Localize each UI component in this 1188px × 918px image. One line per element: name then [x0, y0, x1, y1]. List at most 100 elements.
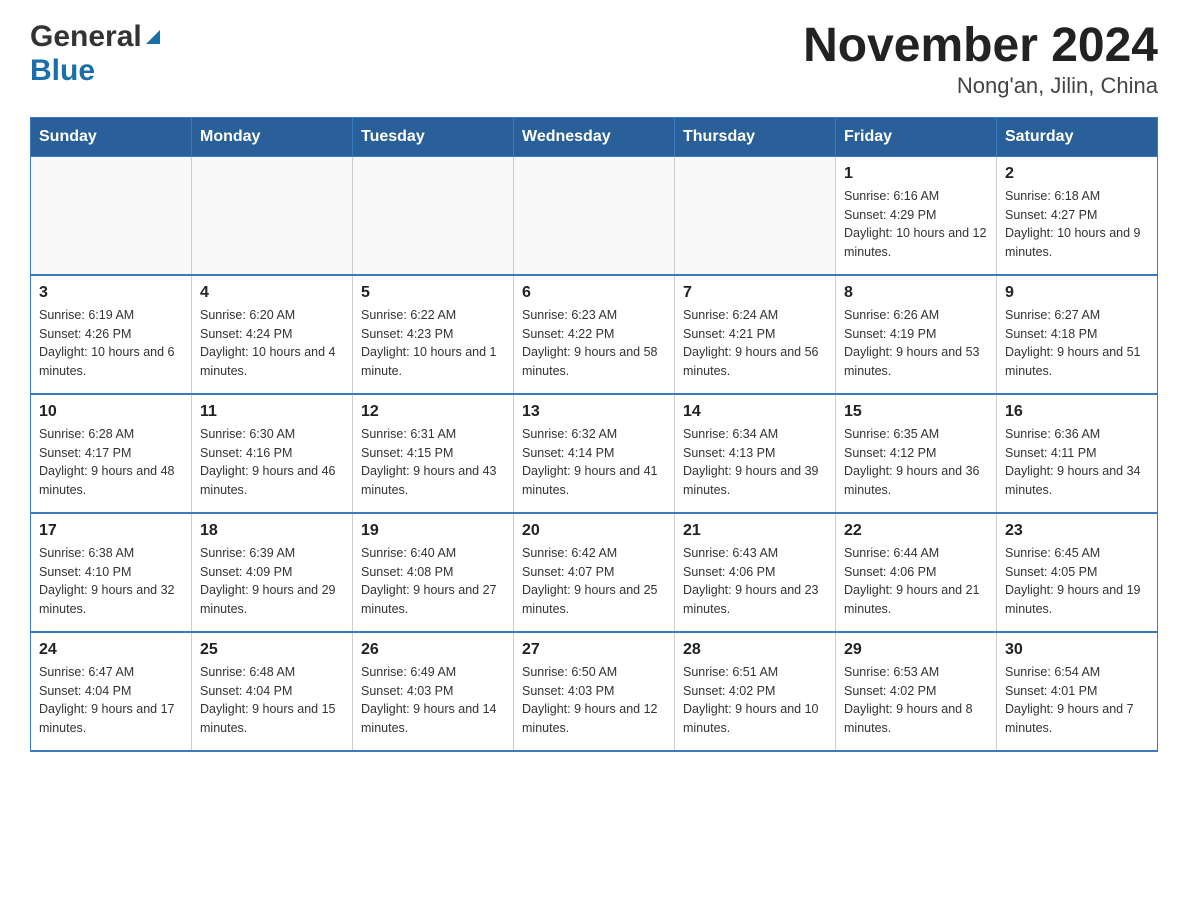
calendar-cell: 14Sunrise: 6:34 AM Sunset: 4:13 PM Dayli…: [675, 394, 836, 513]
day-number: 6: [522, 284, 666, 302]
day-number: 23: [1005, 522, 1149, 540]
calendar-cell: 28 Sunrise: 6:51 AM Sunset: 4:02 PM Dayli…: [675, 632, 836, 751]
calendar-cell: 2 Sunrise: 6:18 AM Sunset: 4:27 PM Daylig…: [997, 156, 1158, 275]
calendar-cell: 1 Sunrise: 6:16 AM Sunset: 4:29 PM Daylig…: [836, 156, 997, 275]
calendar-cell: 23 Sunrise: 6:45 AM Sunset: 4:05 PM Dayli…: [997, 513, 1158, 632]
header-tuesday: Tuesday: [353, 117, 514, 156]
calendar-cell: 21 Sunrise: 6:43 AM Sunset: 4:06 PM Dayli…: [675, 513, 836, 632]
calendar-cell: 8 Sunrise: 6:26 AM Sunset: 4:19 PM Daylig…: [836, 275, 997, 394]
header-thursday: Thursday: [675, 117, 836, 156]
day-info: Sunrise: 6:28 AM Sunset: 4:17 PM Dayligh…: [39, 425, 183, 500]
day-info: Sunrise: 6:51 AM Sunset: 4:02 PM Dayligh…: [683, 663, 827, 738]
day-number: 13: [522, 403, 666, 421]
day-number: 7: [683, 284, 827, 302]
day-number: 5: [361, 284, 505, 302]
calendar-cell: 25Sunrise: 6:48 AM Sunset: 4:04 PM Dayli…: [192, 632, 353, 751]
day-info: Sunrise: 6:27 AM Sunset: 4:18 PM Dayligh…: [1005, 306, 1149, 381]
days-header-row: Sunday Monday Tuesday Wednesday Thursday…: [31, 117, 1158, 156]
calendar-cell: [192, 156, 353, 275]
calendar-cell: 24 Sunrise: 6:47 AM Sunset: 4:04 PM Dayli…: [31, 632, 192, 751]
day-number: 24: [39, 641, 183, 659]
day-number: 28: [683, 641, 827, 659]
day-number: 27: [522, 641, 666, 659]
day-info: Sunrise: 6:16 AM Sunset: 4:29 PM Dayligh…: [844, 187, 988, 262]
day-info: Sunrise: 6:47 AM Sunset: 4:04 PM Dayligh…: [39, 663, 183, 738]
calendar-week-row: 10Sunrise: 6:28 AM Sunset: 4:17 PM Dayli…: [31, 394, 1158, 513]
day-number: 26: [361, 641, 505, 659]
day-number: 14: [683, 403, 827, 421]
header-friday: Friday: [836, 117, 997, 156]
day-info: Sunrise: 6:20 AM Sunset: 4:24 PM Dayligh…: [200, 306, 344, 381]
day-info: Sunrise: 6:24 AM Sunset: 4:21 PM Dayligh…: [683, 306, 827, 381]
calendar-cell: 5 Sunrise: 6:22 AM Sunset: 4:23 PM Daylig…: [353, 275, 514, 394]
calendar-week-row: 3Sunrise: 6:19 AM Sunset: 4:26 PM Daylig…: [31, 275, 1158, 394]
day-number: 21: [683, 522, 827, 540]
calendar-cell: [514, 156, 675, 275]
day-info: Sunrise: 6:40 AM Sunset: 4:08 PM Dayligh…: [361, 544, 505, 619]
calendar-week-row: 17 Sunrise: 6:38 AM Sunset: 4:10 PM Dayli…: [31, 513, 1158, 632]
calendar-table: Sunday Monday Tuesday Wednesday Thursday…: [30, 117, 1158, 752]
day-info: Sunrise: 6:43 AM Sunset: 4:06 PM Dayligh…: [683, 544, 827, 619]
day-info: Sunrise: 6:48 AM Sunset: 4:04 PM Dayligh…: [200, 663, 344, 738]
calendar-cell: 11 Sunrise: 6:30 AM Sunset: 4:16 PM Dayli…: [192, 394, 353, 513]
day-number: 12: [361, 403, 505, 421]
calendar-cell: 10Sunrise: 6:28 AM Sunset: 4:17 PM Dayli…: [31, 394, 192, 513]
day-info: Sunrise: 6:54 AM Sunset: 4:01 PM Dayligh…: [1005, 663, 1149, 738]
day-number: 11: [200, 403, 344, 421]
calendar-cell: 6 Sunrise: 6:23 AM Sunset: 4:22 PM Daylig…: [514, 275, 675, 394]
day-info: Sunrise: 6:30 AM Sunset: 4:16 PM Dayligh…: [200, 425, 344, 500]
day-info: Sunrise: 6:18 AM Sunset: 4:27 PM Dayligh…: [1005, 187, 1149, 262]
title-area: November 2024 Nong'an, Jilin, China: [803, 20, 1158, 99]
calendar-cell: 13 Sunrise: 6:32 AM Sunset: 4:14 PM Dayli…: [514, 394, 675, 513]
day-info: Sunrise: 6:45 AM Sunset: 4:05 PM Dayligh…: [1005, 544, 1149, 619]
day-number: 15: [844, 403, 988, 421]
page-header: General Blue November 2024 Nong'an, Jili…: [30, 20, 1158, 99]
day-number: 9: [1005, 284, 1149, 302]
day-info: Sunrise: 6:53 AM Sunset: 4:02 PM Dayligh…: [844, 663, 988, 738]
day-number: 22: [844, 522, 988, 540]
day-info: Sunrise: 6:32 AM Sunset: 4:14 PM Dayligh…: [522, 425, 666, 500]
day-info: Sunrise: 6:22 AM Sunset: 4:23 PM Dayligh…: [361, 306, 505, 381]
header-monday: Monday: [192, 117, 353, 156]
calendar-cell: 18Sunrise: 6:39 AM Sunset: 4:09 PM Dayli…: [192, 513, 353, 632]
day-number: 2: [1005, 165, 1149, 183]
header-wednesday: Wednesday: [514, 117, 675, 156]
day-info: Sunrise: 6:19 AM Sunset: 4:26 PM Dayligh…: [39, 306, 183, 381]
calendar-cell: [31, 156, 192, 275]
day-info: Sunrise: 6:44 AM Sunset: 4:06 PM Dayligh…: [844, 544, 988, 619]
calendar-cell: 19 Sunrise: 6:40 AM Sunset: 4:08 PM Dayli…: [353, 513, 514, 632]
day-info: Sunrise: 6:23 AM Sunset: 4:22 PM Dayligh…: [522, 306, 666, 381]
calendar-cell: 15Sunrise: 6:35 AM Sunset: 4:12 PM Dayli…: [836, 394, 997, 513]
calendar-cell: 7 Sunrise: 6:24 AM Sunset: 4:21 PM Daylig…: [675, 275, 836, 394]
day-info: Sunrise: 6:26 AM Sunset: 4:19 PM Dayligh…: [844, 306, 988, 381]
calendar-cell: 29 Sunrise: 6:53 AM Sunset: 4:02 PM Dayli…: [836, 632, 997, 751]
calendar-cell: 27Sunrise: 6:50 AM Sunset: 4:03 PM Dayli…: [514, 632, 675, 751]
day-number: 1: [844, 165, 988, 183]
calendar-cell: 26 Sunrise: 6:49 AM Sunset: 4:03 PM Dayli…: [353, 632, 514, 751]
logo-blue-text: Blue: [30, 54, 95, 88]
calendar-cell: 22 Sunrise: 6:44 AM Sunset: 4:06 PM Dayli…: [836, 513, 997, 632]
calendar-cell: 12 Sunrise: 6:31 AM Sunset: 4:15 PM Dayli…: [353, 394, 514, 513]
day-number: 18: [200, 522, 344, 540]
day-number: 20: [522, 522, 666, 540]
calendar-header: Sunday Monday Tuesday Wednesday Thursday…: [31, 117, 1158, 156]
day-info: Sunrise: 6:36 AM Sunset: 4:11 PM Dayligh…: [1005, 425, 1149, 500]
day-number: 17: [39, 522, 183, 540]
calendar-week-row: 1 Sunrise: 6:16 AM Sunset: 4:29 PM Daylig…: [31, 156, 1158, 275]
calendar-cell: 20 Sunrise: 6:42 AM Sunset: 4:07 PM Dayli…: [514, 513, 675, 632]
day-info: Sunrise: 6:42 AM Sunset: 4:07 PM Dayligh…: [522, 544, 666, 619]
day-number: 30: [1005, 641, 1149, 659]
day-number: 19: [361, 522, 505, 540]
day-number: 4: [200, 284, 344, 302]
calendar-cell: [353, 156, 514, 275]
calendar-cell: 30 Sunrise: 6:54 AM Sunset: 4:01 PM Dayli…: [997, 632, 1158, 751]
day-number: 8: [844, 284, 988, 302]
calendar-cell: 3Sunrise: 6:19 AM Sunset: 4:26 PM Daylig…: [31, 275, 192, 394]
calendar-cell: 4 Sunrise: 6:20 AM Sunset: 4:24 PM Daylig…: [192, 275, 353, 394]
day-info: Sunrise: 6:38 AM Sunset: 4:10 PM Dayligh…: [39, 544, 183, 619]
calendar-cell: [675, 156, 836, 275]
day-number: 29: [844, 641, 988, 659]
day-info: Sunrise: 6:31 AM Sunset: 4:15 PM Dayligh…: [361, 425, 505, 500]
day-info: Sunrise: 6:49 AM Sunset: 4:03 PM Dayligh…: [361, 663, 505, 738]
logo-general-text: General: [30, 20, 142, 54]
